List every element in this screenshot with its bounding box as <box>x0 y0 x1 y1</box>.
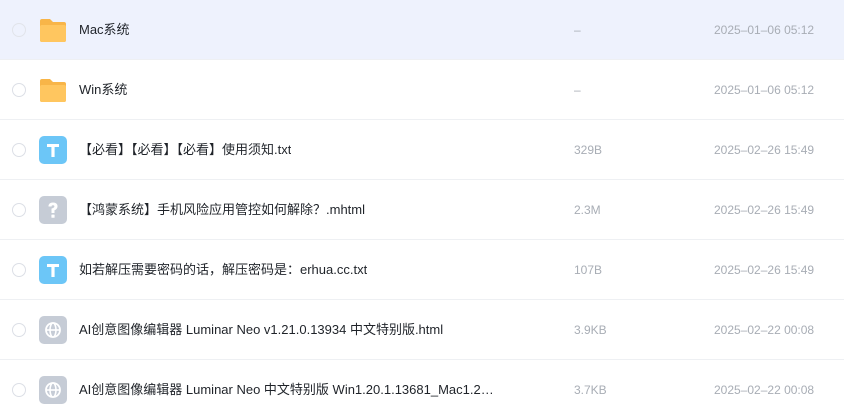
file-size: – <box>574 23 581 37</box>
file-name: AI创意图像编辑器 Luminar Neo 中文特别版 Win1.20.1.13… <box>79 382 494 397</box>
file-date: 2025–02–22 00:08 <box>714 383 815 397</box>
file-date: 2025–02–22 00:08 <box>714 323 815 337</box>
file-row-2[interactable]: 【必看】【必看】【必看】使用须知.txt 329B 2025–02–26 15:… <box>0 120 844 180</box>
select-radio[interactable] <box>12 383 26 397</box>
file-row-1[interactable]: Win系统 – 2025–01–06 05:12 <box>0 60 844 120</box>
file-name: Win系统 <box>79 82 128 97</box>
file-row-5[interactable]: AI创意图像编辑器 Luminar Neo v1.21.0.13934 中文特别… <box>0 300 844 360</box>
file-date: 2025–02–26 15:49 <box>714 263 815 277</box>
text-file-icon <box>39 136 67 164</box>
file-list: Mac系统 – 2025–01–06 05:12 Win系统 – 2025–01… <box>0 0 844 404</box>
file-date: 2025–02–26 15:49 <box>714 203 815 217</box>
folder-icon <box>39 16 67 44</box>
file-size: 329B <box>574 143 603 157</box>
file-row-6[interactable]: AI创意图像编辑器 Luminar Neo 中文特别版 Win1.20.1.13… <box>0 360 844 404</box>
select-radio[interactable] <box>12 143 26 157</box>
web-file-icon <box>39 316 67 344</box>
select-radio[interactable] <box>12 23 26 37</box>
unknown-file-icon <box>39 196 67 224</box>
file-row-4[interactable]: 如若解压需要密码的话，解压密码是：erhua.cc.txt 107B 2025–… <box>0 240 844 300</box>
select-radio[interactable] <box>12 83 26 97</box>
file-date: 2025–02–26 15:49 <box>714 143 815 157</box>
file-date: 2025–01–06 05:12 <box>714 23 815 37</box>
file-size: 2.3M <box>574 203 601 217</box>
select-radio[interactable] <box>12 203 26 217</box>
text-file-icon <box>39 256 67 284</box>
file-name: Mac系统 <box>79 22 130 37</box>
file-name: 【鸿蒙系统】手机风险应用管控如何解除？.mhtml <box>79 202 366 217</box>
select-radio[interactable] <box>12 263 26 277</box>
folder-icon <box>39 76 67 104</box>
file-date: 2025–01–06 05:12 <box>714 83 815 97</box>
file-name: 如若解压需要密码的话，解压密码是：erhua.cc.txt <box>79 262 368 277</box>
file-name: 【必看】【必看】【必看】使用须知.txt <box>79 142 292 157</box>
web-file-icon <box>39 376 67 404</box>
file-size: 107B <box>574 263 603 277</box>
file-row-0[interactable]: Mac系统 – 2025–01–06 05:12 <box>0 0 844 60</box>
file-size: – <box>574 83 581 97</box>
file-size: 3.9KB <box>574 323 607 337</box>
file-name: AI创意图像编辑器 Luminar Neo v1.21.0.13934 中文特别… <box>79 322 444 337</box>
select-radio[interactable] <box>12 323 26 337</box>
file-row-3[interactable]: 【鸿蒙系统】手机风险应用管控如何解除？.mhtml 2.3M 2025–02–2… <box>0 180 844 240</box>
file-size: 3.7KB <box>574 383 607 397</box>
